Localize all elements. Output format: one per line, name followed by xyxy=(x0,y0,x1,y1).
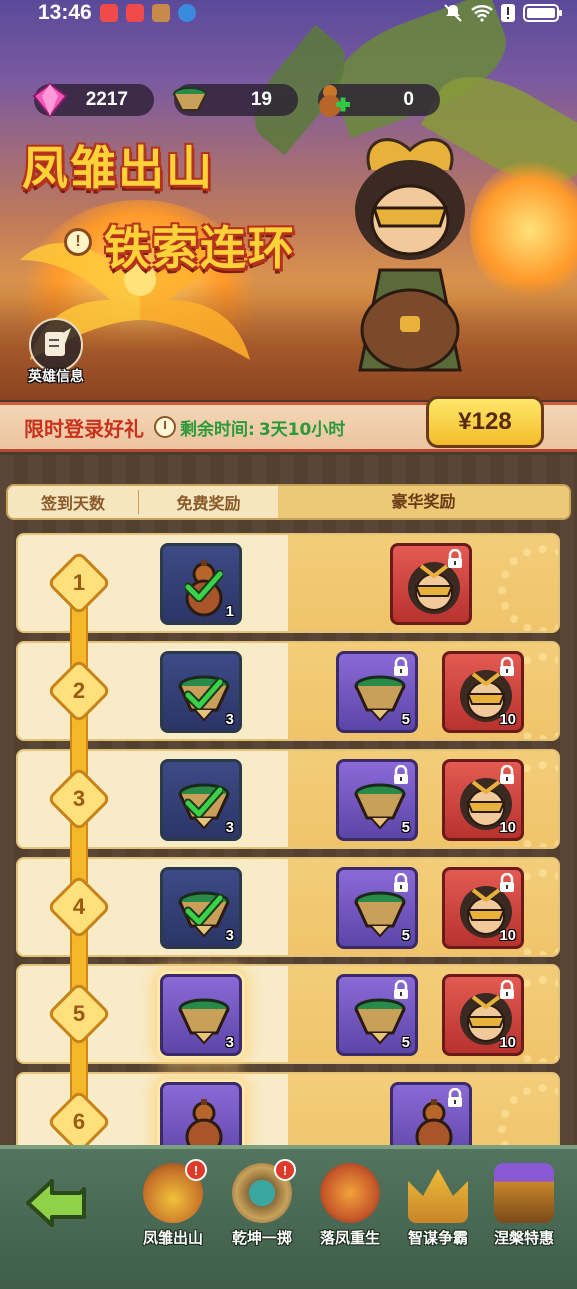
item-quantity: 5 xyxy=(401,819,410,836)
bowl-counter[interactable]: 19 xyxy=(173,84,298,116)
item-quantity: 5 xyxy=(401,927,410,944)
item-quantity: 10 xyxy=(499,1034,516,1051)
lock-icon xyxy=(500,765,514,784)
hero-info-label: 英雄信息 xyxy=(28,369,84,385)
header-luxury-reward: 豪华奖励 xyxy=(278,486,569,518)
notification-badge: ! xyxy=(274,1159,296,1181)
free-reward-bowl-item[interactable]: 3 xyxy=(160,759,242,841)
lock-icon xyxy=(394,657,408,676)
item-quantity: 3 xyxy=(225,927,234,944)
wheel-icon: ! xyxy=(232,1159,296,1223)
lock-icon xyxy=(500,980,514,999)
luxury-reward-hero-portrait-item[interactable]: 10 xyxy=(442,651,524,733)
phoenix-orb-icon xyxy=(320,1163,380,1223)
claimed-check-icon xyxy=(185,786,223,818)
battery-icon xyxy=(523,4,562,22)
notification-badge: ! xyxy=(185,1159,207,1181)
clock-icon xyxy=(154,416,176,438)
lock-icon xyxy=(500,873,514,892)
notification-game-icon xyxy=(151,4,170,22)
notification-app-icon xyxy=(125,4,144,22)
header-free-reward: 免费奖励 xyxy=(138,490,278,514)
item-quantity: 10 xyxy=(499,927,516,944)
event-title-line2: 铁索连环 xyxy=(104,221,296,275)
remaining-time-value: 3天10小时 xyxy=(258,419,346,440)
luxury-reward-hero-portrait-item[interactable]: 10 xyxy=(442,867,524,949)
bowl-icon xyxy=(173,87,207,111)
item-quantity: 3 xyxy=(225,1034,234,1051)
item-quantity: 10 xyxy=(499,819,516,836)
limited-offer-title: 限时登录好礼 xyxy=(24,416,144,441)
purchase-button[interactable]: ¥128 xyxy=(426,396,544,448)
free-reward-gourd-item[interactable]: 1 xyxy=(160,543,242,625)
lock-icon xyxy=(500,657,514,676)
status-bar: 13:46 xyxy=(0,0,577,26)
day-number: 3 xyxy=(72,786,86,811)
luxury-reward-bowl-item[interactable]: 5 xyxy=(336,974,418,1056)
crown-icon xyxy=(408,1169,468,1223)
event-info-button[interactable]: ! xyxy=(64,228,92,256)
back-arrow-icon[interactable] xyxy=(22,1175,92,1231)
luxury-reward-bowl-item[interactable]: 5 xyxy=(336,867,418,949)
gem-counter[interactable]: 2217 xyxy=(32,82,154,118)
nav-label: 智谋争霸 xyxy=(407,1229,468,1247)
treasure-chest-icon xyxy=(494,1163,554,1223)
mute-bell-icon xyxy=(444,4,462,22)
lock-icon xyxy=(394,765,408,784)
status-time: 13:46 xyxy=(38,1,92,24)
hero-character-art xyxy=(355,138,465,372)
item-quantity: 3 xyxy=(225,819,234,836)
lock-icon xyxy=(394,980,408,999)
lock-icon xyxy=(448,1088,462,1107)
notification-browser-icon xyxy=(177,4,196,22)
wifi-icon xyxy=(471,5,493,22)
nav-nirvana-deal[interactable]: 涅槃特惠 xyxy=(479,1163,569,1248)
claimed-check-icon xyxy=(185,894,223,926)
bottom-navigation: ! 凤雏出山 ! 乾坤一掷 落凤重生 智谋争霸 涅槃特惠 xyxy=(0,1145,577,1289)
remaining-time-label: 剩余时间: xyxy=(180,419,255,440)
day-number: 2 xyxy=(72,678,86,703)
gem-icon xyxy=(32,82,68,118)
luxury-reward-hero-portrait-item[interactable] xyxy=(390,543,472,625)
lock-icon xyxy=(394,873,408,892)
item-quantity: 5 xyxy=(401,711,410,728)
luxury-reward-bowl-item[interactable]: 5 xyxy=(336,759,418,841)
gourd-counter[interactable]: 0 xyxy=(318,84,440,117)
nav-phoenix-debut[interactable]: ! 凤雏出山 xyxy=(128,1159,218,1248)
header-days: 签到天数 xyxy=(40,494,105,513)
free-reward-bowl-item[interactable]: 3 xyxy=(160,651,242,733)
nav-strategy-battle[interactable]: 智谋争霸 xyxy=(393,1163,483,1248)
hero-banner: 2217 19 0 凤雏出山 ! 铁索连环 英雄信息 xyxy=(0,0,577,400)
notification-app-icon xyxy=(99,4,118,22)
claimed-check-icon xyxy=(185,678,223,710)
item-quantity: 1 xyxy=(225,603,234,620)
gourd-cloud-icon: ! xyxy=(143,1159,207,1223)
nav-rebirth[interactable]: 落凤重生 xyxy=(305,1163,395,1248)
luxury-reward-hero-portrait-item[interactable]: 10 xyxy=(442,759,524,841)
alert-icon xyxy=(501,4,515,22)
hero-info-button[interactable]: 英雄信息 xyxy=(16,318,96,386)
claimed-check-icon xyxy=(185,570,223,602)
scroll-quill-icon xyxy=(29,318,83,372)
day-number: 6 xyxy=(72,1109,86,1134)
nav-label: 乾坤一掷 xyxy=(231,1229,292,1247)
luxury-reward-hero-portrait-item[interactable]: 10 xyxy=(442,974,524,1056)
item-quantity: 10 xyxy=(499,711,516,728)
item-quantity: 3 xyxy=(225,711,234,728)
item-quantity: 5 xyxy=(401,1034,410,1051)
gourd-plus-icon xyxy=(319,85,350,117)
nav-label: 凤雏出山 xyxy=(142,1229,203,1247)
day-number: 1 xyxy=(72,570,86,595)
day-number: 5 xyxy=(72,1001,86,1026)
luxury-reward-bowl-item[interactable]: 5 xyxy=(336,651,418,733)
lock-icon xyxy=(448,549,462,568)
free-reward-bowl-item[interactable]: 3 xyxy=(160,974,242,1056)
event-title-line1: 凤雏出山 xyxy=(22,141,214,195)
reward-table-header: 签到天数 免费奖励 豪华奖励 xyxy=(6,484,571,520)
nav-label: 落凤重生 xyxy=(319,1229,380,1247)
nav-gamble[interactable]: ! 乾坤一掷 xyxy=(217,1159,307,1248)
day-number: 4 xyxy=(72,894,86,919)
nav-label: 涅槃特惠 xyxy=(493,1229,554,1247)
free-reward-bowl-item[interactable]: 3 xyxy=(160,867,242,949)
